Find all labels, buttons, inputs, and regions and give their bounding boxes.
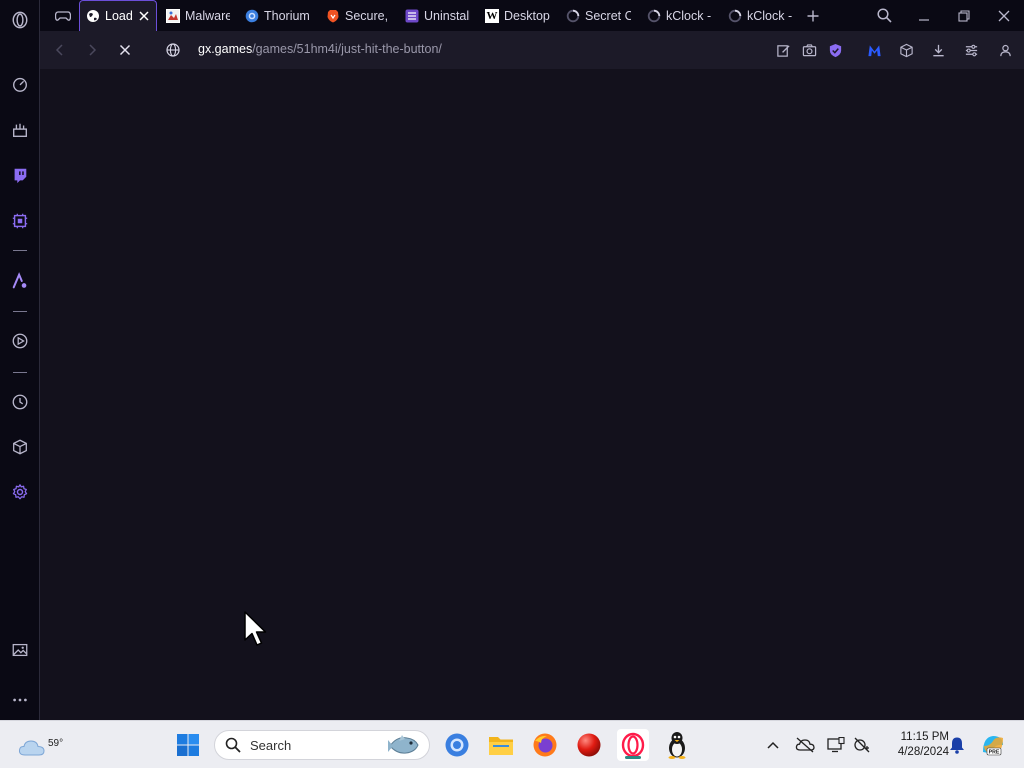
history-icon[interactable] — [8, 390, 32, 414]
clock-date: 4/28/2024 — [897, 746, 949, 758]
onedrive-offline-cloud-icon[interactable] — [794, 734, 816, 756]
profile-user-icon[interactable] — [994, 39, 1016, 61]
taskbar-opera-gx-icon[interactable] — [617, 729, 649, 761]
close-window-icon[interactable] — [984, 0, 1024, 31]
w-letter-icon: W — [485, 8, 499, 23]
minimize-icon[interactable] — [904, 0, 944, 31]
taskbar-chromium-icon[interactable] — [441, 729, 473, 761]
loading-spinner-icon — [566, 9, 580, 23]
display-monitor-icon[interactable] — [825, 734, 847, 756]
notification-bell-icon[interactable] — [946, 734, 968, 756]
camera-icon[interactable] — [798, 39, 820, 61]
malwarebytes-extension-icon[interactable] — [863, 39, 885, 61]
search-placeholder: Search — [250, 738, 292, 753]
extensions-cube-icon[interactable] — [8, 435, 32, 459]
tab-desktop[interactable]: W Desktop — [479, 0, 557, 31]
tab-title: Secure, I — [345, 8, 389, 23]
brave-lion-icon — [326, 9, 340, 23]
sidebar-divider — [13, 372, 27, 373]
search-highlight-fish-icon — [388, 735, 419, 754]
download-icon[interactable] — [927, 39, 949, 61]
weather-temperature: 59° — [48, 738, 64, 749]
url-text[interactable]: gx.games/games/51hm4i/just-hit-the-butto… — [198, 42, 442, 56]
tab-close-icon[interactable] — [137, 9, 150, 23]
easy-setup-sliders-icon[interactable] — [960, 39, 982, 61]
tab-malware[interactable]: Malware — [160, 0, 236, 31]
tab-title: Malware — [185, 8, 230, 23]
new-tab-plus-icon[interactable] — [797, 0, 829, 31]
forward-arrow-icon[interactable] — [80, 38, 104, 62]
start-windows-icon[interactable] — [172, 729, 204, 761]
loading-spinner-icon — [647, 9, 661, 23]
tab-uninstall[interactable]: Uninstall — [399, 0, 477, 31]
site-info-globe-icon[interactable] — [161, 38, 185, 62]
address-bar: gx.games/games/51hm4i/just-hit-the-butto… — [40, 31, 1024, 69]
taskbar-firefox-icon[interactable] — [529, 729, 561, 761]
page-content-loading[interactable] — [41, 69, 1024, 720]
cloud-weather-icon — [18, 740, 45, 756]
thorium-icon — [245, 9, 259, 23]
tab-title: Load — [105, 9, 133, 23]
copilot-preview-icon[interactable]: PRE — [980, 732, 1006, 758]
sidebar-divider — [13, 311, 27, 312]
sidebar-divider — [13, 250, 27, 251]
browser-sidebar — [0, 0, 40, 720]
globe-icon — [86, 9, 100, 23]
back-arrow-icon[interactable] — [48, 38, 72, 62]
url-path: /games/51hm4i/just-hit-the-button/ — [252, 42, 442, 56]
tab-strip: Load Malware Thorium Secure, I Uninstall… — [40, 0, 1024, 31]
workspaces-gamepad-icon[interactable] — [48, 0, 78, 31]
more-options-icon[interactable] — [8, 688, 32, 712]
opera-gx-logo-icon[interactable] — [8, 8, 32, 32]
tray-overflow-chevron-up-icon[interactable] — [762, 734, 784, 756]
mouse-pointer-icon — [244, 611, 267, 646]
malware-site-icon — [166, 8, 180, 23]
search-icon — [225, 737, 241, 753]
tab-kclock-2[interactable]: kClock - — [722, 0, 800, 31]
tab-thorium[interactable]: Thorium — [239, 0, 317, 31]
restore-window-icon[interactable] — [944, 0, 984, 31]
tab-title: kClock - — [747, 8, 793, 23]
url-host: gx.games — [198, 42, 253, 56]
tab-secret[interactable]: Secret C — [560, 0, 638, 31]
active-app-indicator — [625, 756, 641, 759]
tab-search-icon[interactable] — [864, 0, 904, 31]
twitch-icon[interactable] — [8, 163, 32, 187]
windows-taskbar: 59° Search 11:15 PM 4/28/2024 PRE — [0, 720, 1024, 768]
speed-dial-icon[interactable] — [8, 72, 32, 96]
tab-title: Thorium — [264, 8, 310, 23]
clock-time: 11:15 PM — [900, 731, 949, 743]
aria-ai-icon[interactable] — [8, 269, 32, 293]
taskbar-file-explorer-icon[interactable] — [485, 729, 517, 761]
gx-corner-icon[interactable] — [8, 118, 32, 142]
stop-loading-x-icon[interactable] — [113, 38, 137, 62]
taskbar-search-box[interactable]: Search — [214, 730, 430, 760]
gx-control-icon[interactable] — [8, 209, 32, 233]
vpn-shield-icon[interactable] — [824, 39, 846, 61]
tab-loading-active[interactable]: Load — [79, 0, 157, 31]
gallery-image-icon[interactable] — [8, 638, 32, 662]
loading-spinner-icon — [728, 9, 742, 23]
network-disconnected-icon[interactable] — [851, 734, 873, 756]
weather-widget[interactable]: 59° — [16, 729, 64, 761]
tab-kclock-1[interactable]: kClock - — [641, 0, 719, 31]
tab-title: Secret C — [585, 8, 631, 23]
list-icon — [405, 9, 419, 23]
settings-gear-icon[interactable] — [8, 480, 32, 504]
tab-secure[interactable]: Secure, I — [320, 0, 396, 31]
system-clock[interactable]: 11:15 PM 4/28/2024 — [879, 730, 949, 760]
extensions-cube-icon[interactable] — [895, 39, 917, 61]
snapshot-edit-icon[interactable] — [772, 39, 794, 61]
player-icon[interactable] — [8, 329, 32, 353]
tab-title: kClock - — [666, 8, 712, 23]
taskbar-linux-penguin-icon[interactable] — [661, 729, 693, 761]
copilot-pre-badge: PRE — [989, 750, 1000, 756]
taskbar-red-sphere-app-icon[interactable] — [573, 729, 605, 761]
tab-title: Uninstall — [424, 8, 470, 23]
tab-title: Desktop — [504, 8, 550, 23]
